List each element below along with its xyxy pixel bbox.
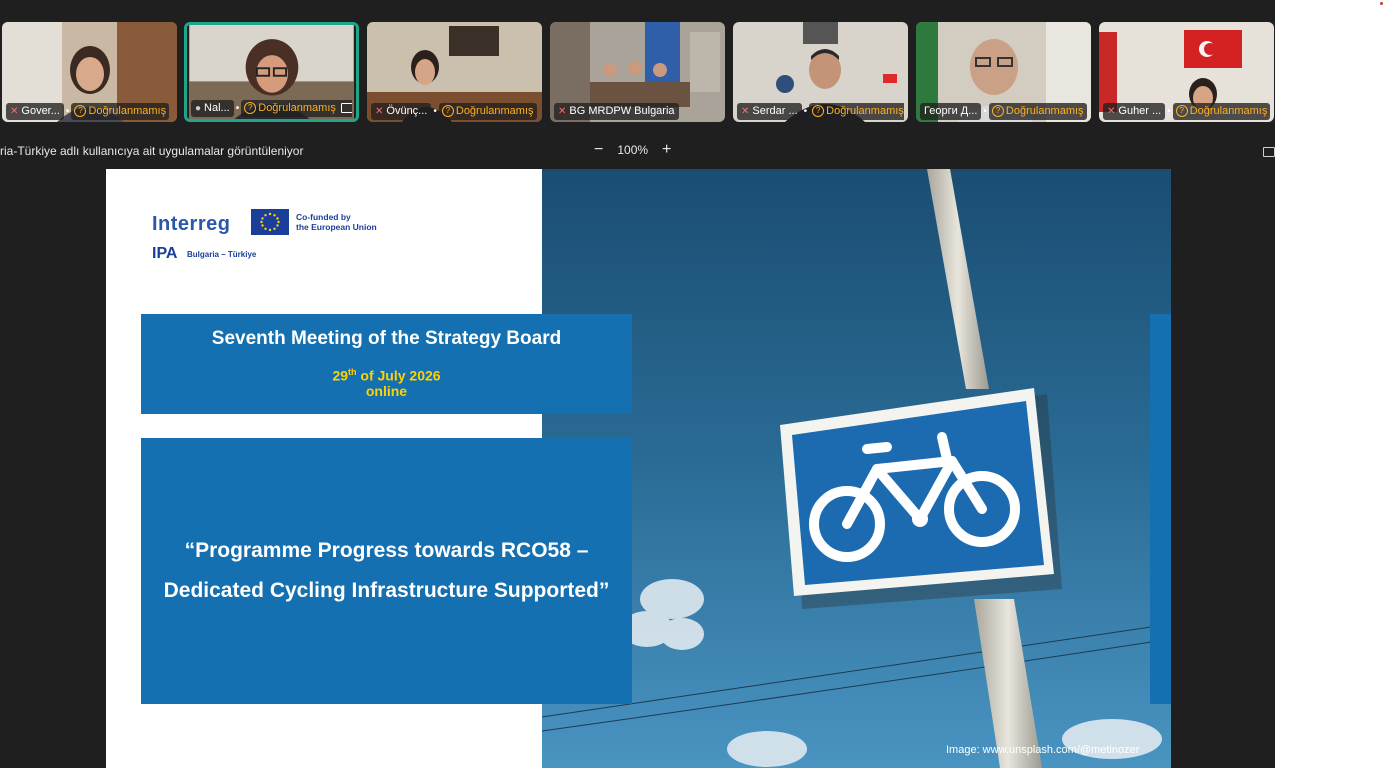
- cycling-sign-photo: [542, 169, 1171, 768]
- tile-label-bar: ✕ Guher ... • ? Doğrulanmamış: [1103, 102, 1270, 120]
- cofund-line-1: Co-funded by: [296, 212, 351, 222]
- meeting-app: ✕ Gover... • ? Doğrulanmamış ● Nal... • …: [0, 0, 1275, 768]
- name-chip: ✕ Serdar ...: [737, 102, 802, 120]
- participant-name: Övünç...: [386, 104, 428, 117]
- warning-icon: ?: [244, 102, 257, 114]
- participant-tile[interactable]: Георги Д... • ? Doğrulanmamış: [916, 22, 1091, 122]
- participant-name: Nal...: [204, 101, 230, 114]
- mic-muted-icon: ✕: [558, 105, 567, 117]
- logo-ipa-text: IPA: [152, 245, 178, 262]
- warning-icon: ?: [74, 105, 87, 117]
- mic-icon: ●: [195, 102, 202, 114]
- name-chip: ✕ Gover...: [6, 102, 64, 120]
- mic-muted-icon: ✕: [375, 105, 384, 117]
- mic-muted-icon: ✕: [1107, 105, 1116, 117]
- unverified-status: ? Doğrulanmamış: [71, 102, 170, 120]
- interreg-logo: Interreg Co-funded by the European Union…: [152, 209, 412, 269]
- participant-tile[interactable]: ✕ Guher ... • ? Doğrulanmamış: [1099, 22, 1274, 122]
- warning-icon: ?: [1175, 105, 1188, 117]
- topic-box: “Programme Progress towards RCO58 – Dedi…: [141, 438, 632, 704]
- participant-strip: ✕ Gover... • ? Doğrulanmamış ● Nal... • …: [0, 22, 1275, 122]
- zoom-out-button[interactable]: −: [594, 142, 603, 158]
- participant-name: Guher ...: [1118, 104, 1162, 117]
- logo-region-text: Bulgaria – Türkiye: [187, 250, 257, 259]
- zoom-in-button[interactable]: +: [662, 142, 671, 158]
- participant-tile[interactable]: ✕ Serdar ... • ? Doğrulanmamış: [733, 22, 908, 122]
- participant-name: Георги Д...: [924, 104, 978, 117]
- date-suffix: th: [348, 367, 357, 377]
- tile-label-bar: ✕ Övünç... • ? Doğrulanmamış: [371, 102, 538, 120]
- unverified-status: ? Doğrulanmamış: [1172, 102, 1270, 120]
- slide-accent-strip: [1150, 314, 1171, 704]
- recording-dot: [1380, 2, 1383, 5]
- tile-label-bar: ✕ Gover... • ? Doğrulanmamış: [6, 102, 173, 120]
- tile-label-bar: ● Nal... • ? Doğrulanmamış: [191, 99, 352, 117]
- separator-dot: •: [983, 105, 987, 117]
- date-rest: of July 2026: [356, 367, 441, 384]
- image-credit: Image: www.unsplash.com/@metinozer: [946, 744, 1140, 756]
- unverified-status: ? Doğrulanmamış: [809, 102, 904, 120]
- participant-name: BG MRDPW Bulgaria: [569, 104, 675, 117]
- separator-dot: •: [65, 105, 70, 117]
- cofund-text: Co-funded by the European Union: [296, 212, 377, 232]
- participant-tile[interactable]: ✕ Övünç... • ? Doğrulanmamış: [367, 22, 542, 122]
- status-text: Doğrulanmamış: [88, 104, 167, 117]
- cofund-line-2: the European Union: [296, 222, 377, 232]
- share-info-text: ria-Türkiye adlı kullanıcıya ait uygulam…: [0, 144, 304, 158]
- status-text: Doğrulanmamış: [826, 104, 904, 117]
- tile-label-bar: Георги Д... • ? Doğrulanmamış: [920, 102, 1087, 120]
- warning-icon: ?: [812, 105, 825, 117]
- unverified-status: ? Doğrulanmamış: [241, 99, 352, 117]
- tile-label-bar: ✕ Serdar ... • ? Doğrulanmamış: [737, 102, 904, 120]
- logo-interreg-text: Interreg: [152, 213, 231, 235]
- name-chip: ✕ Guher ...: [1103, 102, 1166, 120]
- name-chip: Георги Д...: [920, 102, 982, 120]
- zoom-controls: − 100% +: [594, 142, 671, 158]
- topic-title: “Programme Progress towards RCO58 – Dedi…: [163, 539, 610, 602]
- meeting-title: Seventh Meeting of the Strategy Board: [211, 328, 562, 349]
- participant-tile[interactable]: ✕ BG MRDPW Bulgaria: [550, 22, 725, 122]
- mic-muted-icon: ✕: [10, 105, 19, 117]
- separator-dot: •: [235, 102, 240, 114]
- meeting-mode: online: [365, 382, 408, 399]
- mic-muted-icon: ✕: [741, 105, 750, 117]
- zoom-level: 100%: [617, 143, 649, 157]
- tile-label-bar: ✕ BG MRDPW Bulgaria: [554, 102, 721, 120]
- meeting-info-box: Seventh Meeting of the Strategy Board 29…: [141, 314, 632, 414]
- eu-flag-icon: [251, 209, 289, 235]
- status-text: Doğrulanmamış: [258, 101, 336, 114]
- screen-share-icon: [340, 103, 352, 113]
- date-day: 29: [332, 367, 349, 384]
- participant-name: Serdar ...: [752, 104, 798, 117]
- participant-tile[interactable]: ✕ Gover... • ? Doğrulanmamış: [2, 22, 177, 122]
- unverified-status: ? Doğrulanmamış: [988, 102, 1087, 120]
- unverified-status: ? Doğrulanmamış: [438, 102, 537, 120]
- participant-tile-active[interactable]: ● Nal... • ? Doğrulanmamış: [184, 22, 359, 122]
- warning-icon: ?: [991, 105, 1004, 117]
- status-text: Doğrulanmamış: [1189, 104, 1268, 117]
- shared-slide: Interreg Co-funded by the European Union…: [106, 169, 1171, 768]
- participant-name: Gover...: [21, 104, 60, 117]
- popout-icon[interactable]: [1263, 147, 1275, 157]
- name-chip: ● Nal...: [191, 99, 234, 117]
- meeting-date: 29th of July 2026: [141, 365, 632, 384]
- status-text: Doğrulanmamış: [455, 104, 534, 117]
- name-chip: ✕ Övünç...: [371, 102, 432, 120]
- warning-icon: ?: [441, 105, 454, 117]
- status-text: Doğrulanmamış: [1005, 104, 1084, 117]
- separator-dot: •: [433, 105, 437, 117]
- name-chip: ✕ BG MRDPW Bulgaria: [554, 102, 679, 120]
- separator-dot: •: [1167, 105, 1171, 117]
- separator-dot: •: [803, 105, 808, 117]
